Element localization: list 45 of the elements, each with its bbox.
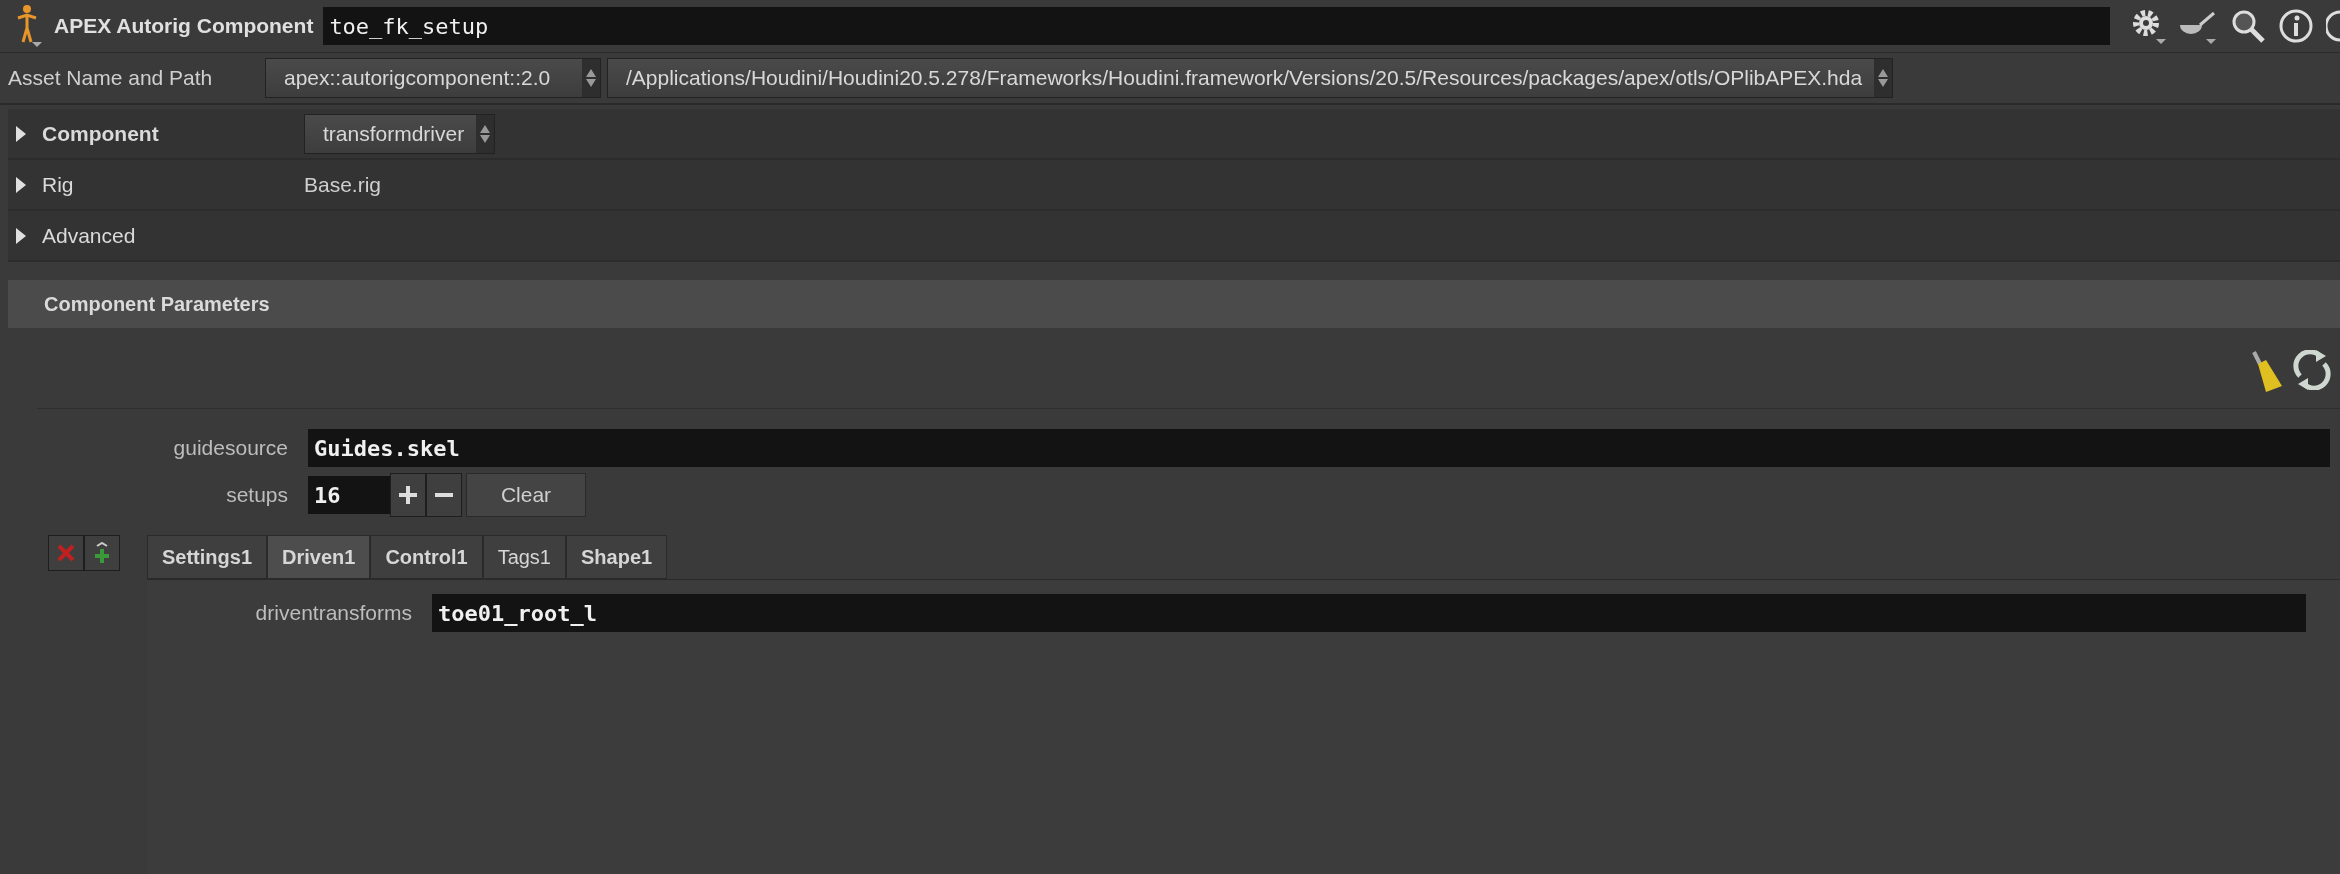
minus-icon	[435, 493, 453, 497]
info-icon[interactable]	[2278, 8, 2314, 44]
insert-button[interactable]	[84, 535, 120, 571]
driventransforms-field[interactable]: toe01_root_l	[432, 594, 2306, 632]
guidesource-field[interactable]: Guides.skel	[308, 429, 2330, 467]
search-icon[interactable]	[2230, 8, 2266, 44]
folder-row[interactable]: Advanced	[8, 211, 2340, 262]
folder-row[interactable]: Component transformdriver	[8, 109, 2340, 160]
delete-button[interactable]	[48, 535, 84, 571]
help-icon[interactable]	[2326, 8, 2340, 44]
asset-name-menu[interactable]: apex::autorigcomponent::2.0	[265, 58, 601, 98]
component-menu[interactable]: transformdriver	[304, 113, 496, 154]
expand-arrow-icon[interactable]	[14, 226, 28, 245]
expand-arrow-icon[interactable]	[14, 175, 28, 194]
gear-icon[interactable]	[2130, 7, 2166, 45]
spinner-icon[interactable]	[1874, 59, 1893, 97]
tab[interactable]: Shape1	[566, 535, 668, 579]
folder-label: Component	[42, 121, 160, 146]
folder-row[interactable]: Rig Base.rig	[8, 160, 2340, 211]
refresh-icon[interactable]	[2292, 350, 2332, 390]
plus-icon	[93, 542, 111, 564]
add-button[interactable]	[390, 473, 426, 517]
node-type-title: APEX Autorig Component	[54, 14, 314, 38]
driventransforms-label: driventransforms	[254, 601, 412, 625]
tab[interactable]: Tags1	[482, 535, 566, 579]
remove-button[interactable]	[426, 473, 462, 517]
asset-path-menu[interactable]: /Applications/Houdini/Houdini20.5.278/Frameworks/Houdini.framework/Versions/20.5/Resources/packages/apex/otls/OPlibAPEX.hda	[607, 58, 1894, 98]
spinner-icon[interactable]	[476, 114, 495, 153]
section-header: Component Parameters	[8, 280, 2340, 328]
tab[interactable]: Settings1	[147, 535, 268, 579]
rig-value: Base.rig	[304, 172, 382, 197]
setups-label: setups	[225, 483, 288, 507]
guidesource-label: guidesource	[172, 436, 288, 460]
tab[interactable]: Driven1	[267, 535, 371, 579]
setups-field[interactable]: 16	[308, 476, 390, 514]
expand-arrow-icon[interactable]	[14, 124, 28, 143]
tab[interactable]: Control1	[370, 535, 483, 579]
spinner-icon[interactable]	[582, 59, 600, 97]
clear-button[interactable]: Clear	[466, 473, 586, 517]
close-icon	[57, 544, 75, 562]
plus-icon	[398, 485, 418, 505]
asset-label: Asset Name and Path	[8, 66, 214, 90]
folder-label: Rig	[42, 172, 75, 197]
node-name-field[interactable]: toe_fk_setup	[323, 7, 2110, 45]
folder-label: Advanced	[42, 223, 137, 248]
